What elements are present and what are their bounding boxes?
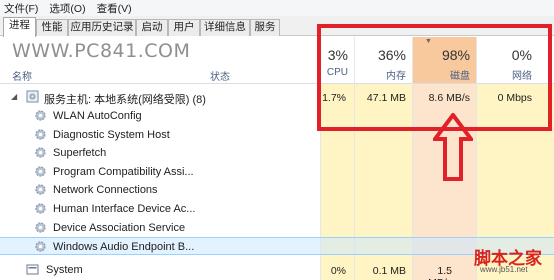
gear-icon (35, 128, 46, 140)
service-row[interactable]: Human Interface Device Ac... (0, 200, 554, 218)
service-host-icon (26, 90, 39, 103)
service-name: WLAN AutoConfig (53, 110, 142, 122)
service-name: Human Interface Device Ac... (53, 203, 196, 215)
system-disk: 1.5 MB/s (428, 265, 452, 280)
menu-view[interactable]: 查看(V) (97, 1, 132, 16)
gear-icon (35, 110, 46, 121)
service-name: Superfetch (53, 147, 107, 160)
system-process-name: System (46, 264, 83, 276)
system-cpu: 0% (330, 265, 346, 277)
tab-users[interactable]: 用户 (168, 19, 200, 36)
service-name: Windows Audio Endpoint B... (53, 241, 195, 254)
name-column-header[interactable]: 名称 (12, 68, 32, 83)
service-name: Program Compatibility Assi... (53, 165, 194, 178)
tab-startup[interactable]: 启动 (136, 19, 168, 36)
gear-icon (35, 184, 46, 195)
gear-icon (35, 203, 46, 214)
tab-app-history[interactable]: 应用历史记录 (68, 19, 136, 36)
service-row[interactable]: Device Association Service (0, 219, 554, 237)
status-column-header[interactable]: 状态 (210, 68, 230, 83)
watermark-text: WWW.PC841.COM (12, 40, 191, 62)
service-row[interactable]: Network Connections (0, 181, 554, 199)
system-memory: 0.1 MB (372, 265, 406, 277)
up-arrow-icon (433, 113, 473, 181)
group-name: 服务主机: 本地系统(网络受限) (8) (44, 94, 206, 106)
menu-file[interactable]: 文件(F) (4, 1, 38, 16)
tab-services[interactable]: 服务 (250, 19, 280, 36)
service-name: Diagnostic System Host (53, 128, 170, 141)
gear-icon (35, 241, 46, 252)
service-name: Device Association Service (53, 221, 186, 234)
site-logo-url: www.jb51.net (480, 265, 528, 274)
tab-performance[interactable]: 性能 (36, 19, 68, 36)
gear-icon (35, 147, 46, 158)
system-process-row[interactable]: System 0% 0.1 MB 1.5 MB/s (0, 261, 554, 280)
service-row[interactable]: Windows Audio Endpoint B... (0, 237, 554, 256)
collapse-caret-icon[interactable]: ◢ (11, 92, 17, 101)
tab-processes[interactable]: 进程 (3, 17, 36, 37)
menu-bar: 文件(F) 选项(O) 查看(V) (0, 0, 554, 16)
tab-details[interactable]: 详细信息 (200, 19, 250, 36)
service-name: Network Connections (53, 184, 158, 197)
gear-icon (35, 221, 46, 233)
gear-icon (35, 166, 46, 177)
menu-options[interactable]: 选项(O) (49, 1, 85, 16)
system-process-icon (26, 264, 39, 275)
